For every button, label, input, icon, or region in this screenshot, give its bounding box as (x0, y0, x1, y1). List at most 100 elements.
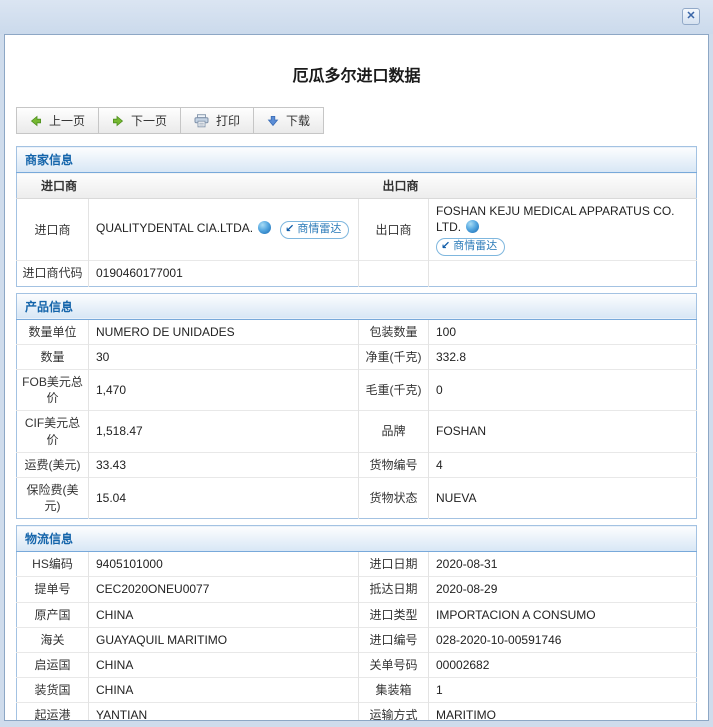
field-label: 提单号 (16, 576, 89, 603)
field-label: FOB美元总价 (16, 368, 89, 411)
field-value: GUAYAQUIL MARITIMO (88, 626, 359, 653)
field-label: 货物编号 (358, 451, 429, 478)
arrow-down-blue-icon (267, 115, 279, 127)
field-value: 332.8 (428, 343, 697, 370)
field-value: 1,518.47 (88, 410, 359, 453)
field-value: NUMERO DE UNIDADES (88, 318, 359, 345)
field-label: 起运港 (16, 702, 89, 720)
field-value-text: NUEVA (436, 490, 477, 505)
globe-icon[interactable] (258, 221, 272, 235)
field-label: 数量 (16, 343, 89, 370)
table-row: 运费(美元) 33.43 货物编号 4 (16, 451, 697, 478)
field-value-text: 9405101000 (96, 557, 163, 572)
field-value: 1 (428, 677, 697, 703)
field-value-text: 1,518.47 (96, 424, 143, 439)
field-value (428, 260, 697, 287)
table-row: 数量单位 NUMERO DE UNIDADES 包装数量 100 (16, 318, 697, 345)
field-value: FOSHAN (428, 410, 697, 453)
field-value: QUALITYDENTAL CIA.LTDA. ↙ 商情雷达 (88, 197, 359, 261)
field-label (358, 260, 429, 287)
field-value-text: 1 (436, 683, 443, 698)
field-label: CIF美元总价 (16, 410, 89, 453)
field-label: 抵达日期 (358, 576, 429, 603)
table-row: 保险费(美元) 15.04 货物状态 NUEVA (16, 476, 697, 519)
field-label: 进口商 (16, 197, 89, 261)
field-value-text: MARITIMO (436, 708, 496, 721)
field-value-text: 2020-08-31 (436, 557, 498, 572)
field-value: CHINA (88, 677, 359, 703)
table-row: 进口商代码 0190460177001 (16, 260, 697, 287)
field-value-text: 100 (436, 324, 457, 339)
field-value-text: 332.8 (436, 349, 467, 364)
field-label: 集装箱 (358, 677, 429, 703)
field-value: NUEVA (428, 476, 697, 519)
globe-icon[interactable] (466, 220, 480, 234)
column-group-header: 出口商 (358, 172, 697, 199)
table-row: 起运港 YANTIAN 运输方式 MARITIMO (16, 702, 697, 721)
toolbar-button-4[interactable]: 下载 (253, 107, 325, 134)
toolbar-button-label: 打印 (216, 114, 241, 128)
field-value-text: YANTIAN (96, 708, 148, 721)
sections: 商家信息 进口商 出口商 进口商 QUALITYDENTAL CIA.LTDA. ↙ 商情雷… (16, 146, 697, 721)
field-value: 028-2020-10-00591746 (428, 626, 697, 653)
field-label: 运输方式 (358, 702, 429, 720)
field-value-text: 1,470 (96, 383, 127, 398)
section-product-table: 产品信息 数量单位 NUMERO DE UNIDADES 包装数量 100 数量 30 净重(… (16, 292, 697, 520)
toolbar-button-3[interactable]: 打印 (180, 107, 255, 134)
field-label: 海关 (16, 626, 89, 653)
table-row: 提单号 CEC2020ONEU0077 抵达日期 2020-08-29 (16, 576, 697, 603)
field-value-text: 33.43 (96, 457, 127, 472)
field-value: YANTIAN (88, 702, 359, 721)
dialog-titlebar: ✕ (0, 0, 713, 34)
field-label: HS编码 (16, 551, 89, 577)
dialog-panel: 厄瓜多尔进口数据 上一页 下一页 打印 下载 商家信息 进口商 出口商 进口商 QUALITY… (4, 34, 709, 721)
close-icon[interactable]: ✕ (682, 8, 700, 25)
toolbar-button-label: 下一页 (131, 114, 168, 128)
field-value-text: CHINA (96, 658, 134, 672)
field-value-text: CHINA (96, 683, 134, 698)
arrow-right-green-icon (112, 115, 124, 127)
table-row: 数量 30 净重(千克) 332.8 (16, 343, 697, 370)
field-value-text: 0 (436, 383, 443, 398)
field-value-text: 028-2020-10-00591746 (436, 632, 562, 647)
field-value: 4 (428, 451, 697, 478)
radar-badge-label: 商情雷达 (453, 240, 498, 253)
field-value: 100 (428, 318, 697, 345)
field-label: 保险费(美元) (16, 476, 89, 519)
field-label: 毛重(千克) (358, 368, 429, 411)
field-label: 运费(美元) (16, 451, 89, 478)
field-label: 原产国 (16, 601, 89, 628)
field-value: 30 (88, 343, 359, 370)
table-row: 装货国 CHINA 集装箱 1 (16, 677, 697, 703)
toolbar-button-label: 上一页 (49, 114, 86, 128)
section-title: 商家信息 (16, 146, 697, 173)
page-title: 厄瓜多尔进口数据 (292, 68, 421, 85)
field-label: 关单号码 (358, 651, 429, 678)
field-value-text: 2020-08-29 (436, 582, 498, 597)
toolbar-button-2[interactable]: 下一页 (98, 107, 182, 134)
field-label: 净重(千克) (358, 343, 429, 370)
table-row: 进口商 QUALITYDENTAL CIA.LTDA. ↙ 商情雷达 出口商 FOSHAN… (16, 197, 697, 261)
field-value: 2020-08-31 (428, 551, 697, 577)
field-value-text: 4 (436, 457, 443, 472)
toolbar: 上一页 下一页 打印 下载 (16, 107, 697, 134)
field-value-text: 00002682 (436, 658, 490, 672)
table-row: HS编码 9405101000 进口日期 2020-08-31 (16, 551, 697, 577)
table-row: 启运国 CHINA 关单号码 00002682 (16, 651, 697, 678)
field-value: FOSHAN KEJU MEDICAL APPARATUS CO. LTD. ↙ 商… (428, 197, 697, 261)
field-label: 装货国 (16, 677, 89, 703)
field-label: 包装数量 (358, 318, 429, 345)
radar-badge[interactable]: ↙ 商情雷达 (280, 221, 350, 240)
toolbar-button-1[interactable]: 上一页 (16, 107, 100, 134)
field-value: CEC2020ONEU0077 (88, 576, 359, 603)
section-title: 物流信息 (16, 525, 697, 553)
field-value-text: QUALITYDENTAL CIA.LTDA. (96, 221, 254, 236)
field-label: 货物状态 (358, 476, 429, 519)
field-value: 9405101000 (88, 551, 359, 577)
radar-badge[interactable]: ↙ 商情雷达 (436, 238, 506, 257)
field-value-text: FOSHAN (436, 424, 487, 439)
field-value: 00002682 (428, 651, 697, 678)
toolbar-button-label: 下载 (286, 114, 311, 128)
field-value-text: 30 (96, 349, 110, 364)
field-value: 0 (428, 368, 697, 411)
